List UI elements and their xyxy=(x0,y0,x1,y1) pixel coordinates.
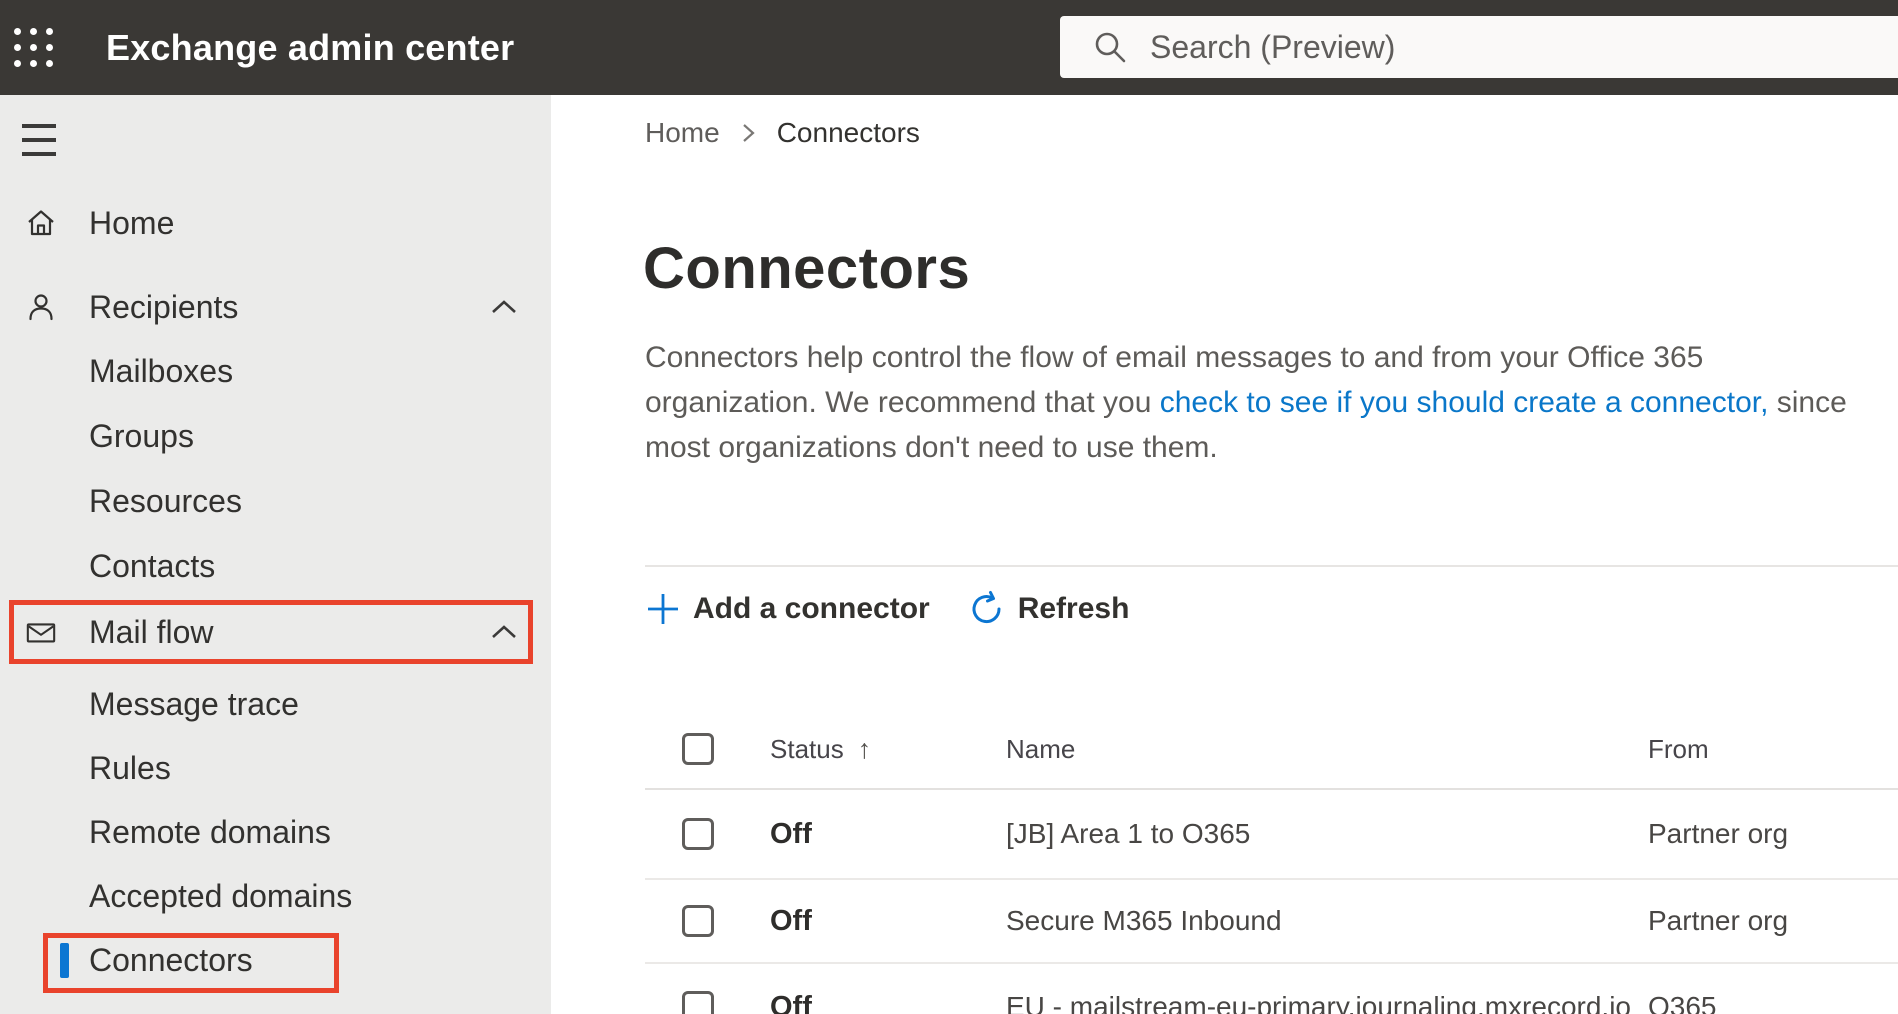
table-row[interactable]: Off EU - mailstream-eu-primary.journalin… xyxy=(645,964,1898,1014)
name-cell: EU - mailstream-eu-primary.journaling.mx… xyxy=(1006,991,1631,1014)
waffle-icon xyxy=(13,28,53,67)
status-cell: Off xyxy=(770,990,812,1014)
search-icon xyxy=(1095,32,1126,63)
refresh-icon xyxy=(972,591,1001,624)
from-cell: O365 xyxy=(1648,991,1717,1014)
main-content: Home Connectors Connectors Connectors he… xyxy=(551,95,1898,1014)
sidebar-item-label: Remote domains xyxy=(89,813,331,850)
chevron-up-icon xyxy=(492,300,516,313)
sidebar-item-recipients[interactable]: Recipients xyxy=(0,275,551,339)
breadcrumb-chevron-icon xyxy=(742,124,755,142)
status-cell: Off xyxy=(770,904,812,937)
status-cell: Off xyxy=(770,817,812,850)
toolbar: Add a connector Refresh xyxy=(645,581,1167,637)
exchange-admin-center-window: Exchange admin center Home xyxy=(0,0,1898,1014)
sidebar-item-label: Groups xyxy=(89,417,194,454)
name-cell: [JB] Area 1 to O365 xyxy=(1006,818,1251,849)
search-input[interactable] xyxy=(1128,15,1898,79)
sidebar-item-label: Message trace xyxy=(89,685,299,722)
row-checkbox[interactable] xyxy=(682,818,714,850)
refresh-label: Refresh xyxy=(1017,592,1130,625)
sidebar-item-home[interactable]: Home xyxy=(0,191,551,255)
name-cell: Secure M365 Inbound xyxy=(1006,905,1282,936)
breadcrumb: Home Connectors xyxy=(645,115,920,151)
breadcrumb-home-link[interactable]: Home xyxy=(645,117,720,149)
create-connector-check-link[interactable]: check to see if you should create a conn… xyxy=(1160,386,1769,419)
refresh-button[interactable]: Refresh xyxy=(968,590,1130,628)
sidebar-item-groups[interactable]: Groups xyxy=(0,404,551,468)
sidebar-item-message-trace[interactable]: Message trace xyxy=(0,672,551,736)
sidebar-item-remote-domains[interactable]: Remote domains xyxy=(0,800,551,864)
sidebar-item-label: Resources xyxy=(89,482,242,519)
table-row[interactable]: Off Secure M365 Inbound Partner org xyxy=(645,880,1898,964)
sidebar-item-accepted-domains[interactable]: Accepted domains xyxy=(0,864,551,928)
sidebar-nav: Home Recipients Mailboxes Groups Resourc… xyxy=(0,95,551,1014)
sidebar-item-rules[interactable]: Rules xyxy=(0,736,551,800)
sidebar-item-mailboxes[interactable]: Mailboxes xyxy=(0,339,551,403)
column-header-from[interactable]: From xyxy=(1648,734,1898,765)
sort-ascending-icon: ↑ xyxy=(857,733,872,764)
home-icon xyxy=(25,207,57,239)
connectors-table: Status ↑ Name From Off [JB] Area 1 to O3… xyxy=(645,710,1898,1014)
sidebar-item-resources[interactable]: Resources xyxy=(0,469,551,533)
annotation-box-mail-flow xyxy=(9,600,533,664)
page-title: Connectors xyxy=(643,236,971,301)
global-search-box xyxy=(1060,15,1898,79)
app-launcher-button[interactable] xyxy=(0,0,66,95)
sidebar-item-contacts[interactable]: Contacts xyxy=(0,534,551,598)
select-all-checkbox[interactable] xyxy=(682,733,714,765)
breadcrumb-current: Connectors xyxy=(776,117,920,148)
add-connector-label: Add a connector xyxy=(693,592,930,625)
sidebar-item-label: Contacts xyxy=(89,547,216,584)
from-cell: Partner org xyxy=(1648,818,1789,849)
page-description: Connectors help control the flow of emai… xyxy=(645,335,1860,470)
row-checkbox[interactable] xyxy=(682,991,714,1014)
sidebar-item-label: Mailboxes xyxy=(89,352,234,389)
person-icon xyxy=(25,291,57,323)
table-header-row: Status ↑ Name From xyxy=(645,710,1898,790)
sidebar-item-label: Home xyxy=(89,204,175,241)
sidebar-item-label: Accepted domains xyxy=(89,877,353,914)
annotation-box-connectors xyxy=(43,933,339,993)
column-header-name[interactable]: Name xyxy=(1006,734,1648,765)
app-title: Exchange admin center xyxy=(106,26,515,68)
collapse-nav-button[interactable] xyxy=(22,122,58,158)
from-cell: Partner org xyxy=(1648,905,1789,936)
row-checkbox[interactable] xyxy=(682,905,714,937)
table-row[interactable]: Off [JB] Area 1 to O365 Partner org xyxy=(645,790,1898,880)
add-connector-button[interactable]: Add a connector xyxy=(645,591,930,627)
plus-icon xyxy=(648,594,678,624)
column-header-status[interactable]: Status ↑ xyxy=(770,734,1006,765)
toolbar-divider xyxy=(645,565,1898,567)
sidebar-item-label: Rules xyxy=(89,749,171,786)
sidebar-item-label: Recipients xyxy=(89,288,239,325)
top-app-bar: Exchange admin center xyxy=(0,0,1898,95)
